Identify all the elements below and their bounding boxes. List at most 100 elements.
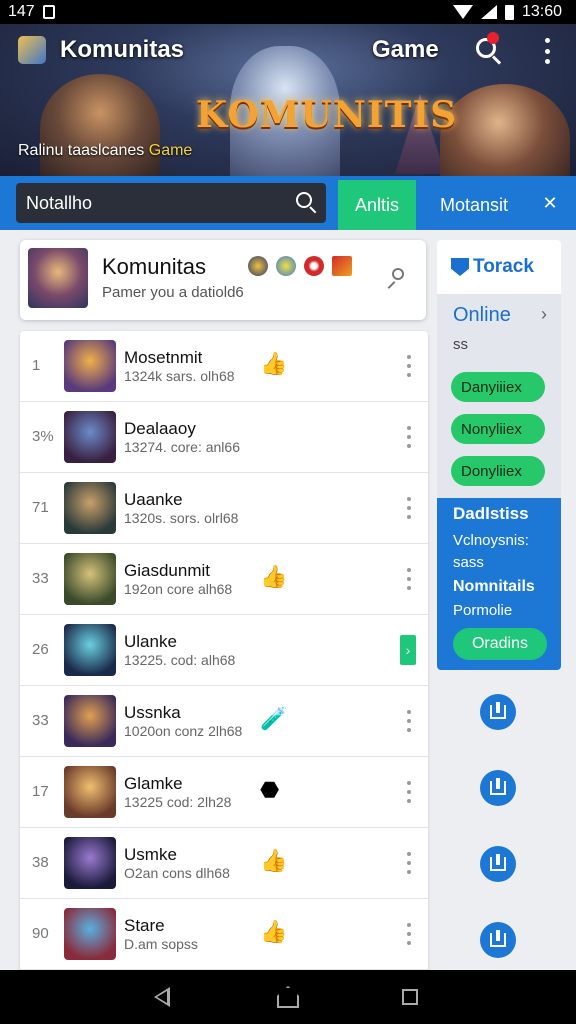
side-panel: Torack Online › ss Danyiiiex Nonyliiex D… (437, 240, 561, 670)
search-input[interactable] (26, 191, 276, 215)
share-button-3[interactable] (480, 846, 516, 882)
tracker-label: Torack (473, 256, 534, 277)
online-section: Online › ss Danyiiiex Nonyliiex Donyliie… (437, 294, 561, 498)
open-button[interactable]: › (400, 635, 416, 665)
status-time-right: 13:60 (521, 3, 562, 20)
signal-icon (480, 5, 497, 19)
close-icon[interactable]: ✕ (538, 191, 562, 215)
reaction-icon[interactable]: 👍 (260, 848, 287, 874)
member-meta: 1324k sars. olh68 (124, 368, 235, 384)
tagline-highlight: Game (148, 142, 193, 159)
list-item[interactable]: 33 Ussnka 1020on conz 2lh68 🧪 (20, 686, 428, 757)
system-nav-bar (0, 970, 576, 1024)
details-title-2: Nomnitails (453, 578, 535, 595)
reaction-icon[interactable]: 👍 (260, 351, 287, 377)
rank-number: 90 (32, 925, 49, 942)
side-panel-top: Torack Online › ss Danyiiiex Nonyliiex D… (437, 240, 561, 498)
member-meta: 1320s. sors. olrl68 (124, 510, 239, 526)
notification-dot (487, 32, 499, 44)
pin-icon[interactable] (384, 266, 408, 290)
member-name: Ulanke (124, 632, 177, 651)
online-pill-2[interactable]: Nonyliiex (451, 414, 545, 444)
app-title: Komunitas (60, 36, 185, 63)
more-options-icon[interactable] (406, 426, 412, 448)
badge-emblem-icon (332, 256, 352, 276)
share-button-1[interactable] (480, 694, 516, 730)
reaction-icon[interactable]: 🧪 (260, 706, 287, 732)
avatar (64, 482, 116, 534)
share-button-4[interactable] (480, 922, 516, 958)
reaction-icon[interactable]: ⬣ (260, 777, 279, 803)
rank-number: 26 (32, 641, 49, 658)
list-item[interactable]: 38 Usmke O2an cons dlh68 👍 (20, 828, 428, 899)
badge-target-icon (304, 256, 324, 276)
online-sub: ss (453, 336, 468, 353)
recent-apps-icon[interactable] (402, 989, 418, 1005)
list-item[interactable]: 17 Glamke 13225 cod: 2lh28 ⬣ (20, 757, 428, 828)
more-options-icon[interactable] (406, 355, 412, 377)
more-options-icon[interactable] (406, 923, 412, 945)
more-options-icon[interactable] (406, 710, 412, 732)
avatar (64, 766, 116, 818)
member-name: Dealaaoy (124, 419, 196, 438)
online-pill-1[interactable]: Danyiiiex (451, 372, 545, 402)
shield-icon (451, 258, 469, 276)
hero-banner: Komunitas Game KOMUNITIS Ralinu taaslcan… (0, 24, 576, 176)
status-time-left: 147 (8, 3, 35, 20)
tab-bar: Anltis Motansit ✕ (0, 176, 576, 230)
banner-logo: KOMUNITIS (196, 94, 458, 136)
list-item[interactable]: 90 Stare D.am sopss 👍 (20, 899, 428, 970)
tab-active[interactable]: Anltis (338, 180, 416, 230)
community-title: Komunitas (102, 254, 206, 279)
list-item[interactable]: 71 Uaanke 1320s. sors. olrl68 (20, 473, 428, 544)
app-logo-icon[interactable] (18, 36, 46, 64)
banner-tagline: Ralinu taaslcanes Game (18, 142, 192, 160)
list-item[interactable]: 33 Giasdunmit 192on core alh68 👍 (20, 544, 428, 615)
notification-icon (42, 5, 55, 19)
details-title: Dadlstiss (453, 504, 529, 523)
reaction-icon[interactable]: 👍 (260, 919, 287, 945)
member-name: Uaanke (124, 490, 183, 509)
back-icon[interactable] (154, 987, 170, 1007)
more-menu-button[interactable] (540, 38, 554, 64)
chevron-right-icon[interactable]: › (541, 304, 547, 325)
more-options-icon[interactable] (406, 781, 412, 803)
member-meta: 13225 cod: 2lh28 (124, 794, 232, 810)
game-label[interactable]: Game (372, 36, 439, 64)
more-options-icon[interactable] (406, 568, 412, 590)
online-label[interactable]: Online (453, 304, 511, 327)
tagline-text: Ralinu taaslcanes (18, 142, 145, 159)
banner-warrior-right (440, 84, 570, 176)
list-item[interactable]: 1 Mosetnmit 1324k sars. olh68 👍 (20, 331, 428, 402)
status-bar: 147 13:60 (0, 0, 576, 24)
avatar (64, 340, 116, 392)
rank-number: 38 (32, 854, 49, 871)
community-subtitle: Pamer you a datiold6 (102, 284, 244, 301)
details-text: Vclnoysnis: sass (453, 532, 529, 571)
rank-number: 3% (32, 428, 54, 445)
avatar (64, 624, 116, 676)
list-item[interactable]: 26 Ulanke 13225. cod: alh68 › (20, 615, 428, 686)
badge-globe-icon (248, 256, 268, 276)
more-options-icon[interactable] (406, 497, 412, 519)
community-card[interactable]: Komunitas Pamer you a datiold6 (20, 240, 426, 320)
share-button-2[interactable] (480, 770, 516, 806)
search-icon[interactable] (296, 192, 318, 214)
tab-second[interactable]: Motansit (426, 180, 522, 230)
list-item[interactable]: 3% Dealaaoy 13274. core: anl66 (20, 402, 428, 473)
more-options-icon[interactable] (406, 852, 412, 874)
search-box[interactable] (16, 183, 326, 223)
member-name: Giasdunmit (124, 561, 210, 580)
tracker-header[interactable]: Torack (437, 240, 561, 294)
banner-warrior-left (40, 74, 160, 176)
reaction-icon[interactable]: 👍 (260, 564, 287, 590)
rank-number: 1 (32, 357, 41, 374)
rank-number: 33 (32, 712, 49, 729)
online-pill-3[interactable]: Donyliiex (451, 456, 545, 486)
details-card: Dadlstiss Vclnoysnis: sass Nomnitails Po… (437, 498, 561, 670)
battery-icon (504, 4, 514, 20)
details-button[interactable]: Oradins (453, 628, 547, 660)
wifi-icon (452, 5, 473, 19)
search-button[interactable] (472, 32, 504, 66)
home-icon[interactable] (277, 986, 299, 1008)
